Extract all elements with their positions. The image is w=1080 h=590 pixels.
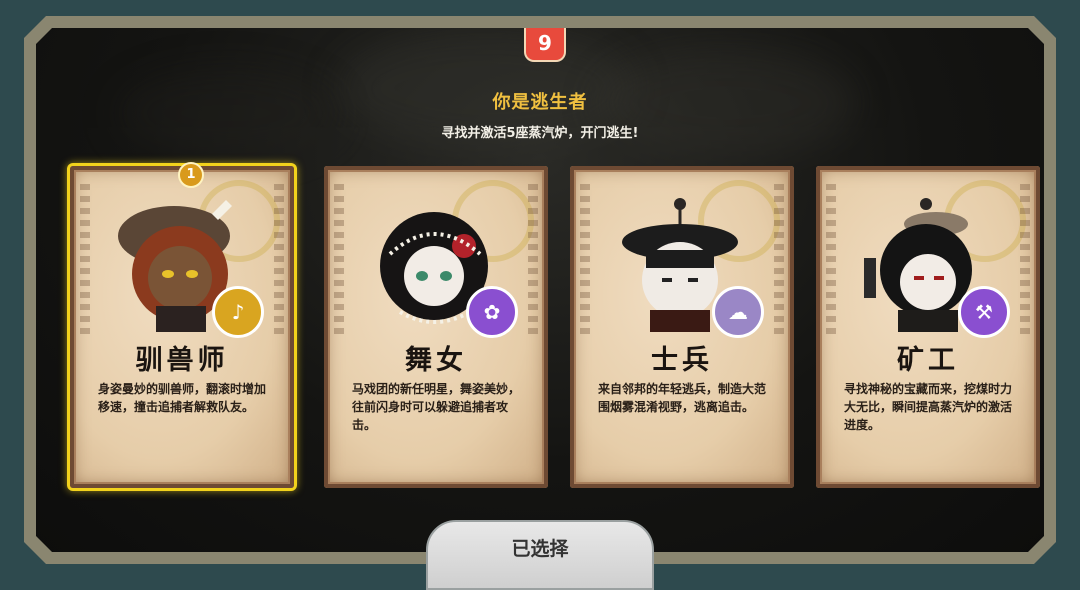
character-name: 舞女: [405, 345, 467, 376]
character-card-tamer[interactable]: 1 ♪ 驯兽师 身姿曼妙的驯兽师，翻滚时增加移速，撞击追捕者解救队友。: [70, 162, 294, 488]
character-name: 驯兽师: [135, 345, 229, 376]
smoke-icon: ☁: [712, 286, 764, 338]
character-name: 士兵: [651, 345, 713, 376]
role-icon: 9: [524, 28, 566, 62]
character-card-soldier[interactable]: ☁ 士兵 来自邻邦的年轻逃兵，制造大范围烟雾混淆视野，逃离追击。: [570, 166, 794, 488]
character-description: 来自邻邦的年轻逃兵，制造大范围烟雾混淆视野，逃离追击。: [598, 382, 767, 414]
horn-icon: ♪: [212, 286, 264, 338]
page-subtitle: 寻找并激活5座蒸汽炉，开门逃生!: [441, 126, 639, 141]
pickaxe-icon: ⚒: [958, 286, 1010, 338]
page-title: 你是逃生者: [492, 92, 588, 113]
dancer-icon: ✿: [466, 286, 518, 338]
character-card-dancer[interactable]: ✿ 舞女 马戏团的新任明星，舞姿美妙，往前闪身时可以躲避追捕者攻击。: [324, 166, 548, 488]
number-badge: 1: [178, 162, 204, 188]
character-description: 身姿曼妙的驯兽师，翻滚时增加移速，撞击追捕者解救队友。: [98, 382, 267, 414]
character-description: 马戏团的新任明星，舞姿美妙，往前闪身时可以躲避追捕者攻击。: [352, 382, 521, 432]
character-name: 矿工: [897, 345, 959, 376]
character-description: 寻找神秘的宝藏而来，挖煤时力大无比，瞬间提高蒸汽炉的激活进度。: [844, 382, 1013, 432]
confirm-button[interactable]: 已选择: [426, 520, 654, 590]
character-card-miner[interactable]: ⚒ 矿工 寻找神秘的宝藏而来，挖煤时力大无比，瞬间提高蒸汽炉的激活进度。: [816, 166, 1040, 488]
